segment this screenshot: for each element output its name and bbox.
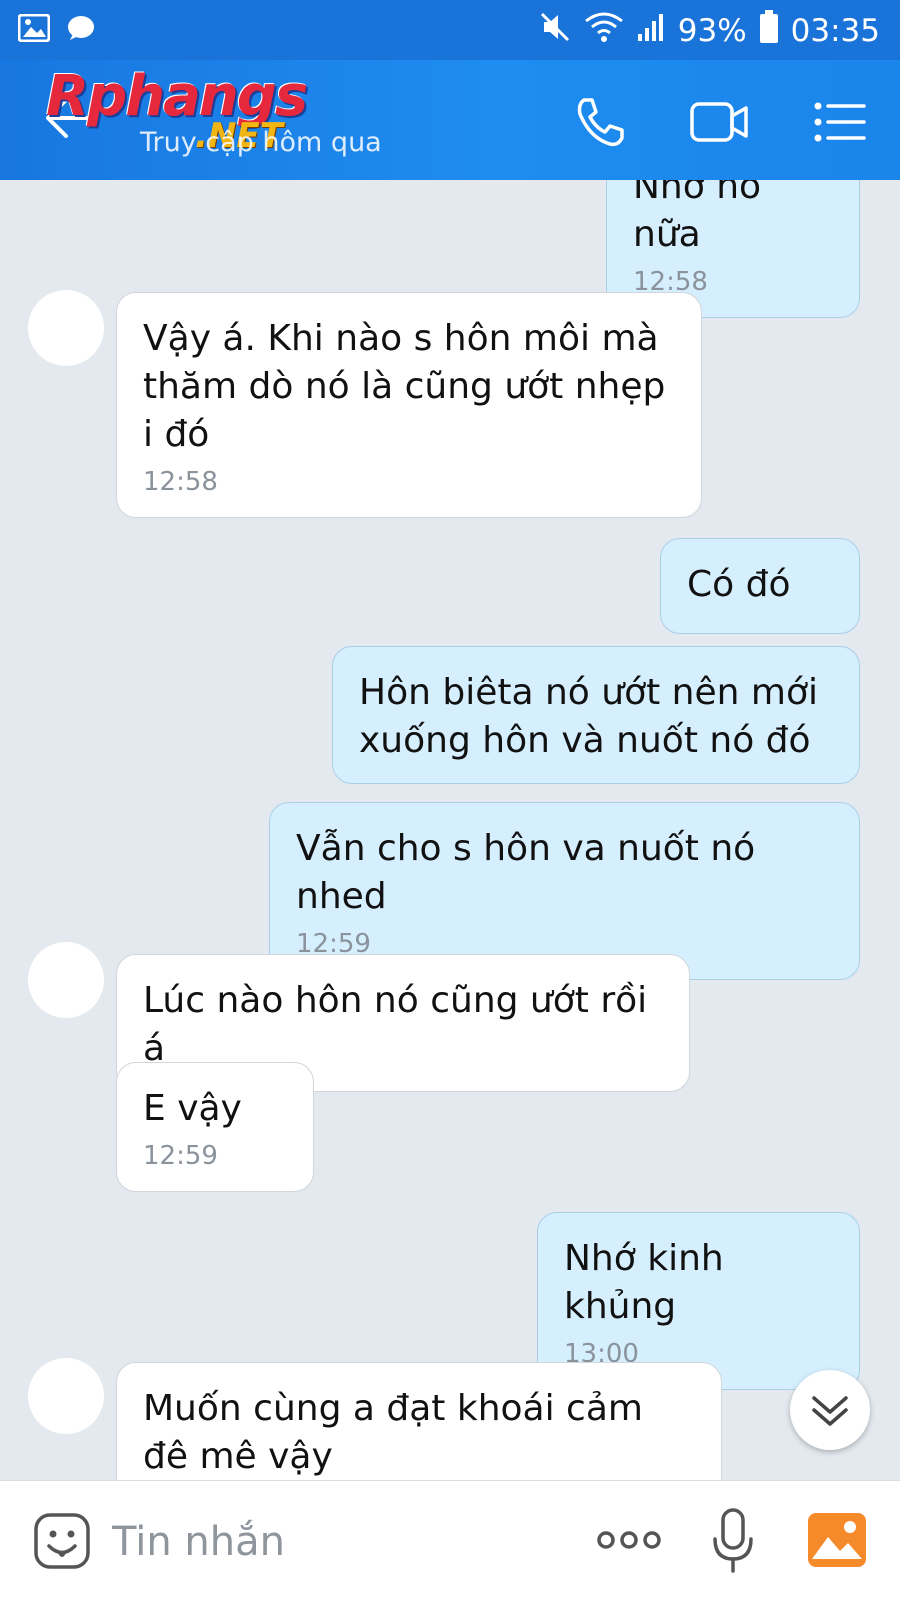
message-text: Nhớ kinh khủng [564, 1238, 724, 1327]
mute-icon [538, 10, 572, 52]
signal-icon [636, 12, 666, 50]
avatar[interactable] [28, 942, 104, 1018]
status-indicators: 93% 03:35 [538, 10, 880, 52]
status-bar: 93% 03:35 [0, 0, 900, 60]
message-time: 12:59 [143, 1141, 218, 1171]
avatar[interactable] [28, 1358, 104, 1434]
status-notifications [17, 13, 96, 46]
message-composer [0, 1480, 900, 1601]
last-seen-status: Truy cập hôm qua [140, 127, 382, 158]
message-bubble-incoming[interactable]: Muốn cùng a đạt khoái cảm đê mê vậy [116, 1362, 722, 1480]
message-text: Có đó [687, 564, 791, 605]
avatar[interactable] [28, 290, 104, 366]
message-text: Vậy á. Khi nào s hôn môi mà thăm dò nó l… [143, 318, 666, 455]
message-text: E vậy [143, 1088, 242, 1129]
wifi-icon [584, 11, 624, 51]
microphone-icon[interactable] [710, 1507, 756, 1575]
message-bubble-incoming[interactable]: Vậy á. Khi nào s hôn môi mà thăm dò nó l… [116, 292, 702, 518]
message-text: Nhớ nó nữa [633, 180, 762, 255]
message-bubble-incoming[interactable]: E vậy 12:59 [116, 1062, 314, 1192]
message-bubble-outgoing[interactable]: Hôn biêta nó ướt nên mới xuống hôn và nu… [332, 646, 860, 784]
emoji-icon[interactable] [32, 1511, 92, 1571]
menu-icon[interactable] [810, 92, 870, 152]
clock: 03:35 [790, 13, 880, 49]
message-input[interactable] [110, 1509, 574, 1575]
message-bubble-outgoing[interactable]: Có đó [660, 538, 860, 634]
message-text: Hôn biêta nó ướt nên mới xuống hôn và nu… [359, 672, 818, 761]
scroll-to-bottom-button[interactable] [790, 1370, 870, 1450]
video-camera-icon[interactable] [688, 92, 748, 152]
battery-percent: 93% [677, 13, 747, 49]
message-text: Muốn cùng a đạt khoái cảm đê mê vậy [143, 1388, 643, 1477]
chat-header: Rphangs .NET Truy cập hôm qua [0, 60, 900, 180]
message-time: 12:58 [143, 467, 218, 497]
message-text: Vẫn cho s hôn va nuốt nó nhed [296, 828, 756, 917]
double-chevron-down-icon [790, 1396, 870, 1454]
chat-notification-icon [66, 14, 96, 46]
more-dots-icon[interactable] [596, 1525, 662, 1555]
battery-icon [759, 10, 779, 52]
message-text: Lúc nào hôn nó cũng ướt rồi á [143, 980, 648, 1069]
message-list[interactable]: Nhớ nó nữa 12:58 Vậy á. Khi nào s hôn mô… [0, 180, 900, 1480]
phone-icon[interactable] [570, 92, 630, 152]
photo-gallery-icon[interactable] [806, 1511, 868, 1569]
image-notification-icon [17, 13, 51, 46]
